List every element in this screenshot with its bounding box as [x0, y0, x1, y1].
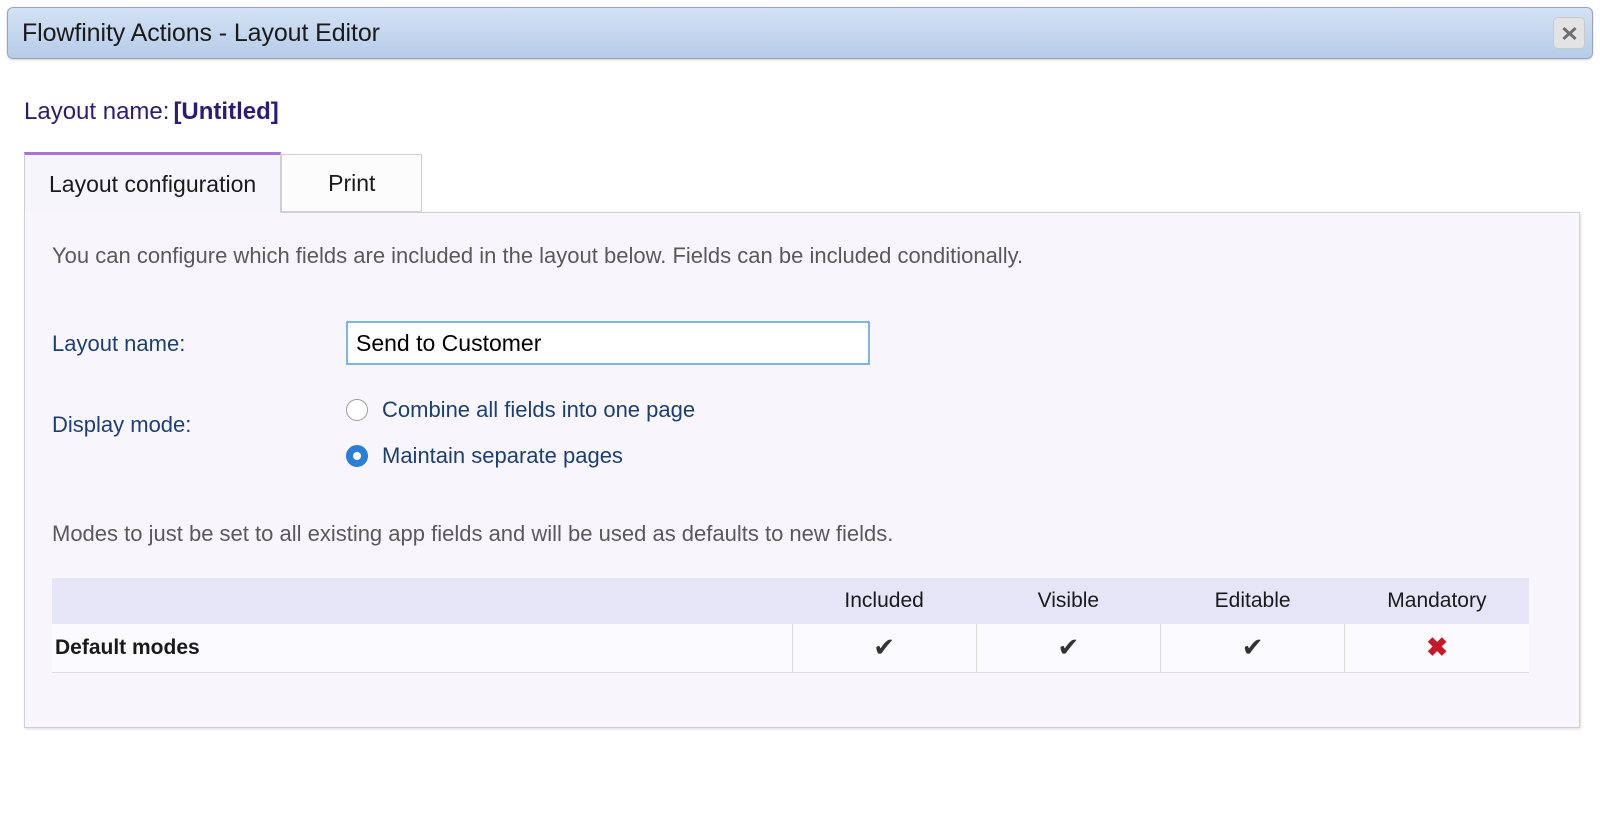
row-label-default-modes: Default modes	[52, 624, 792, 672]
layout-name-input[interactable]	[346, 321, 870, 365]
default-modes-table: Included Visible Editable Mandatory Defa…	[52, 578, 1529, 673]
check-icon: ✔	[1057, 632, 1079, 662]
radio-maintain-separate-pages-label: Maintain separate pages	[382, 443, 623, 469]
cell-visible[interactable]: ✔	[976, 624, 1160, 672]
dialog-titlebar: Flowfinity Actions - Layout Editor	[7, 7, 1593, 59]
layout-name-heading-value: [Untitled]	[173, 98, 278, 125]
table-row: Default modes ✔ ✔ ✔ ✖	[52, 624, 1529, 672]
cell-included[interactable]: ✔	[792, 624, 976, 672]
display-mode-label: Display mode:	[52, 412, 191, 438]
panel-description: You can configure which fields are inclu…	[52, 243, 1023, 269]
table-header-row: Included Visible Editable Mandatory	[52, 578, 1529, 624]
dialog-window: Flowfinity Actions - Layout Editor	[7, 7, 1593, 59]
cross-icon: ✖	[1426, 632, 1448, 662]
radio-checked-icon[interactable]	[346, 445, 368, 467]
radio-unchecked-icon[interactable]	[346, 399, 368, 421]
check-icon: ✔	[1242, 632, 1264, 662]
tab-layout-configuration[interactable]: Layout configuration	[24, 152, 281, 213]
layout-name-heading-label: Layout name:	[24, 98, 169, 125]
radio-combine-all-fields[interactable]: Combine all fields into one page	[346, 387, 695, 433]
display-mode-radio-group: Combine all fields into one page Maintai…	[346, 387, 695, 479]
column-header-editable: Editable	[1161, 578, 1345, 624]
radio-combine-all-fields-label: Combine all fields into one page	[382, 397, 695, 423]
cell-editable[interactable]: ✔	[1161, 624, 1345, 672]
column-header-included: Included	[792, 578, 976, 624]
layout-name-heading: Layout name:[Untitled]	[24, 98, 279, 126]
close-icon[interactable]	[1553, 17, 1585, 49]
check-icon: ✔	[873, 632, 895, 662]
cell-mandatory[interactable]: ✖	[1345, 624, 1529, 672]
column-header-visible: Visible	[976, 578, 1160, 624]
radio-maintain-separate-pages[interactable]: Maintain separate pages	[346, 433, 695, 479]
modes-note: Modes to just be set to all existing app…	[52, 521, 893, 547]
tab-bar: Layout configuration Print	[24, 152, 422, 212]
tab-print-label: Print	[328, 170, 375, 197]
tab-layout-configuration-label: Layout configuration	[49, 171, 256, 198]
column-header-mandatory: Mandatory	[1345, 578, 1529, 624]
layout-configuration-panel: You can configure which fields are inclu…	[24, 212, 1580, 728]
tab-print[interactable]: Print	[281, 154, 422, 212]
column-header-name	[52, 578, 792, 624]
layout-name-field-label: Layout name:	[52, 331, 185, 357]
dialog-title: Flowfinity Actions - Layout Editor	[22, 19, 380, 48]
